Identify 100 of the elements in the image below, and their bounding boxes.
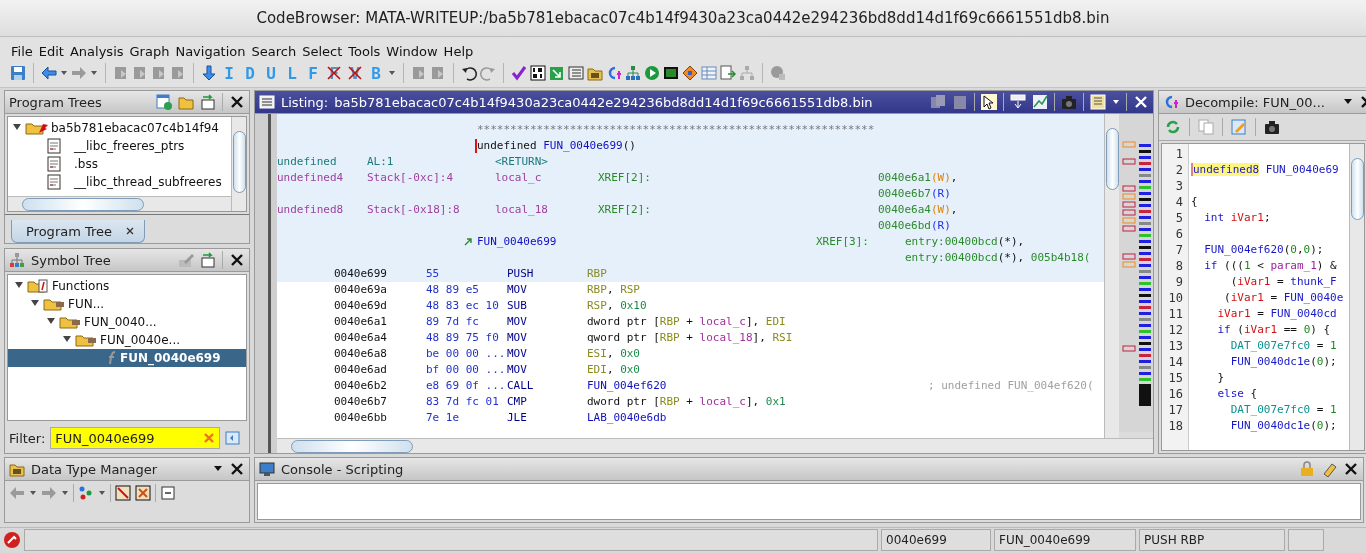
tree-icon[interactable] <box>78 485 94 501</box>
variable-name[interactable]: <RETURN> <box>495 154 598 170</box>
folder-icon[interactable] <box>587 65 603 81</box>
folder-icon[interactable] <box>178 94 194 110</box>
variable-name[interactable]: local_c <box>495 170 598 186</box>
scrollbar-thumb[interactable] <box>22 197 144 211</box>
scrollbar-thumb[interactable] <box>1105 128 1119 190</box>
xref-entry[interactable]: entry:00400bcd(*), <box>905 234 1104 250</box>
tree-item[interactable]: __libc_freeres_ptrs <box>8 137 231 155</box>
mnemonic: MOV <box>507 314 528 330</box>
mnemonic: PUSH <box>507 266 535 282</box>
list-icon[interactable] <box>568 65 584 81</box>
tree-item[interactable]: __libc_thread_subfreeres <box>8 173 231 191</box>
save-icon[interactable] <box>10 65 26 81</box>
back-arrow-icon[interactable] <box>41 65 57 81</box>
menu-item[interactable]: Help <box>440 44 477 59</box>
tree-icon[interactable] <box>625 65 641 81</box>
line-number: 15 <box>1167 370 1184 386</box>
diamond-icon[interactable] <box>682 65 698 81</box>
tree-item[interactable]: FUN... <box>8 295 246 313</box>
eraser-icon[interactable] <box>1321 461 1337 477</box>
filter-label: Filter: <box>9 430 46 446</box>
chip-icon[interactable] <box>663 65 679 81</box>
window-title: CodeBrowser: MATA-WRITEUP:/ba5b781ebacac07c4b14f9430a23ca0442e294236bd8dd14d1f69c6661551db8.bin <box>256 9 1110 27</box>
scrollbar[interactable] <box>231 117 246 211</box>
paste-icon[interactable] <box>952 94 968 110</box>
down-arrow-icon[interactable] <box>201 65 217 81</box>
clear-icon[interactable] <box>203 432 216 444</box>
panel-title: Decompile: FUN_00... <box>1185 94 1325 110</box>
document-icon <box>46 156 62 172</box>
new-view-icon[interactable] <box>156 94 172 110</box>
camera-icon[interactable] <box>1264 119 1280 135</box>
menu-item[interactable]: Window <box>383 44 441 59</box>
scrollbar-thumb[interactable] <box>232 131 246 193</box>
address: 0040e6b7 <box>334 394 388 410</box>
tab[interactable]: Program Tree <box>11 220 146 243</box>
line-number: 18 <box>1167 418 1184 434</box>
mnemonic: MOV <box>507 362 528 378</box>
circle-icon[interactable] <box>770 65 786 81</box>
tree-item[interactable]: ba5b781ebacac07c4b14f94 <box>8 119 231 137</box>
layout-icon[interactable] <box>1090 94 1106 110</box>
merge-icon[interactable] <box>200 94 216 110</box>
menu-item[interactable]: Select <box>299 44 346 59</box>
tree-item[interactable]: Functions <box>8 277 246 295</box>
close-icon[interactable] <box>126 227 135 235</box>
undo-icon[interactable] <box>461 65 477 81</box>
lock-icon[interactable] <box>1299 461 1315 477</box>
scrollbar[interactable] <box>1349 144 1364 450</box>
menu-item[interactable]: Graph <box>126 44 173 59</box>
variable-name[interactable]: local_18 <box>495 202 598 218</box>
menu-item[interactable]: Analysis <box>66 44 127 59</box>
scrollbar-thumb[interactable] <box>291 439 413 453</box>
pencil-icon[interactable] <box>178 252 194 268</box>
menu-item[interactable]: Tools <box>345 44 384 59</box>
menu-item[interactable]: File <box>8 44 36 59</box>
document-arrow-icon[interactable] <box>720 65 736 81</box>
tree-item[interactable]: FUN_0040e699 <box>8 349 246 367</box>
filter-off-icon[interactable] <box>135 485 151 501</box>
instruction-row[interactable]: 0040e699 55 PUSH RBP <box>277 266 1104 282</box>
xref-entry[interactable]: entry:00400bcd(*), 005b4b18( <box>905 250 1104 266</box>
menu-item[interactable]: Navigation <box>172 44 249 59</box>
tree-item[interactable]: FUN_0040... <box>8 313 246 331</box>
close-icon[interactable] <box>229 252 245 268</box>
scrollbar[interactable] <box>8 196 231 211</box>
filter-options-icon[interactable] <box>225 430 242 446</box>
decompiler-icon[interactable] <box>606 65 622 81</box>
scrollbar[interactable] <box>277 438 1153 453</box>
close-icon[interactable] <box>229 94 245 110</box>
refresh-icon[interactable] <box>1165 119 1181 135</box>
close-icon[interactable] <box>1343 461 1359 477</box>
checkmark-icon[interactable] <box>511 65 527 81</box>
close-icon[interactable] <box>229 461 245 477</box>
xref-entry[interactable]: 0040e6b7(R) <box>878 186 967 202</box>
filter-off-icon[interactable] <box>115 485 131 501</box>
menu-item[interactable]: Edit <box>35 44 67 59</box>
function-label[interactable]: FUN_0040e699 <box>477 234 816 250</box>
code-line: FUN_0040dc1e(0); <box>1229 418 1338 434</box>
code-line: iVar1 = FUN_0040cd <box>1216 306 1338 322</box>
scrollbar-thumb[interactable] <box>1350 158 1364 220</box>
filter-field[interactable]: FUN_0040e699 <box>50 427 221 449</box>
operands: RSP, 0x10 <box>587 298 648 314</box>
menu-item[interactable]: Search <box>248 44 300 59</box>
tree-item[interactable]: .bss <box>8 155 231 173</box>
line-number: 4 <box>1174 194 1184 210</box>
binary-icon[interactable] <box>530 65 546 81</box>
operands: RBP, RSP <box>587 282 641 298</box>
xref-entry[interactable]: 0040e6bd(R) <box>878 218 967 234</box>
collapse-icon[interactable] <box>160 485 176 501</box>
merge-icon[interactable] <box>200 252 216 268</box>
mnemonic: MOV <box>507 330 528 346</box>
tree-item[interactable]: FUN_0040e... <box>8 331 246 349</box>
xref-entry[interactable]: 0040e6a1(W), <box>878 170 967 186</box>
copy-icon[interactable] <box>930 94 946 110</box>
play-icon[interactable] <box>644 65 660 81</box>
field-editor-icon[interactable] <box>1010 94 1026 110</box>
scrollbar[interactable] <box>1104 114 1119 438</box>
diff-icon[interactable] <box>1032 94 1048 110</box>
xref-entry[interactable]: 0040e6a4(W), <box>878 202 967 218</box>
cursor-icon[interactable] <box>981 94 997 110</box>
function-signature[interactable]: undefined FUN_0040e699() <box>477 138 636 154</box>
